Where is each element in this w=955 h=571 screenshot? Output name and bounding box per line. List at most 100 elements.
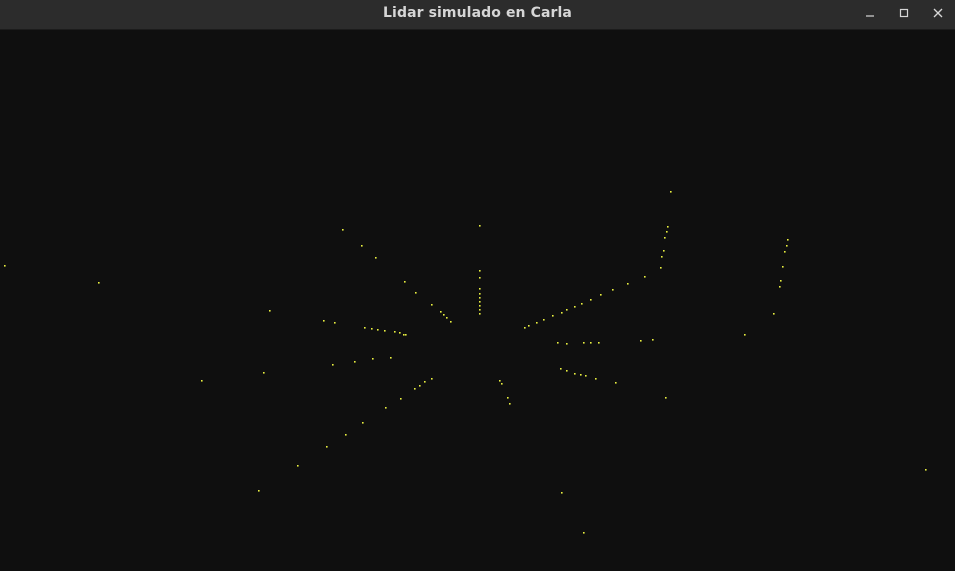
- lidar-point: [450, 321, 452, 323]
- lidar-point: [663, 250, 665, 252]
- lidar-point: [600, 294, 602, 296]
- lidar-point: [361, 245, 363, 247]
- lidar-point: [201, 380, 203, 382]
- lidar-point: [536, 322, 538, 324]
- lidar-point: [342, 229, 344, 231]
- lidar-point: [561, 312, 563, 314]
- lidar-point: [98, 282, 100, 284]
- lidar-point: [446, 317, 448, 319]
- maximize-button[interactable]: [887, 0, 921, 26]
- lidar-point: [543, 319, 545, 321]
- window-controls: [853, 0, 955, 28]
- lidar-point: [419, 385, 421, 387]
- lidar-point: [667, 226, 669, 228]
- lidar-point: [787, 239, 789, 241]
- lidar-point: [371, 328, 373, 330]
- lidar-point: [258, 490, 260, 492]
- lidar-point: [557, 342, 559, 344]
- lidar-point: [581, 303, 583, 305]
- lidar-point: [652, 339, 654, 341]
- lidar-point: [552, 315, 554, 317]
- lidar-point: [782, 266, 784, 268]
- lidar-point: [372, 358, 374, 360]
- lidar-point: [354, 361, 356, 363]
- lidar-point: [786, 245, 788, 247]
- lidar-point: [784, 251, 786, 253]
- lidar-point: [414, 388, 416, 390]
- close-icon: [933, 8, 943, 18]
- lidar-point: [666, 231, 668, 233]
- lidar-point: [399, 332, 401, 334]
- lidar-point: [644, 276, 646, 278]
- lidar-point: [479, 293, 481, 295]
- lidar-point: [585, 375, 587, 377]
- lidar-canvas[interactable]: [0, 30, 955, 571]
- lidar-point: [394, 331, 396, 333]
- lidar-point: [479, 225, 481, 227]
- close-button[interactable]: [921, 0, 955, 26]
- title-bar[interactable]: Lidar simulado en Carla: [0, 0, 955, 30]
- lidar-point: [580, 374, 582, 376]
- lidar-point: [443, 314, 445, 316]
- lidar-point: [507, 397, 509, 399]
- lidar-point: [615, 382, 617, 384]
- lidar-point: [384, 330, 386, 332]
- lidar-point: [375, 257, 377, 259]
- lidar-point: [773, 313, 775, 315]
- lidar-point: [660, 267, 662, 269]
- lidar-point: [390, 357, 392, 359]
- lidar-point: [405, 334, 407, 336]
- lidar-point: [4, 265, 6, 267]
- lidar-point: [377, 329, 379, 331]
- lidar-point: [424, 381, 426, 383]
- lidar-point: [664, 237, 666, 239]
- lidar-point: [332, 364, 334, 366]
- lidar-point: [595, 378, 597, 380]
- lidar-point: [561, 492, 563, 494]
- point-cloud: [4, 191, 927, 534]
- lidar-point: [345, 434, 347, 436]
- lidar-point: [403, 334, 405, 336]
- lidar-point: [780, 280, 782, 282]
- lidar-point: [415, 292, 417, 294]
- lidar-point: [431, 304, 433, 306]
- lidar-point: [661, 256, 663, 258]
- lidar-point: [326, 446, 328, 448]
- minimize-button[interactable]: [853, 0, 887, 26]
- lidar-point: [627, 283, 629, 285]
- lidar-point: [583, 532, 585, 534]
- lidar-point: [362, 422, 364, 424]
- lidar-point: [364, 327, 366, 329]
- lidar-point: [560, 368, 562, 370]
- lidar-point: [479, 288, 481, 290]
- lidar-point: [431, 378, 433, 380]
- lidar-point: [744, 334, 746, 336]
- lidar-point: [297, 465, 299, 467]
- lidar-point: [612, 289, 614, 291]
- minimize-icon: [866, 15, 874, 17]
- app-window: Lidar simulado en Carla: [0, 0, 955, 571]
- lidar-point: [479, 305, 481, 307]
- lidar-point: [400, 398, 402, 400]
- lidar-point: [574, 373, 576, 375]
- lidar-point: [590, 342, 592, 344]
- lidar-point: [479, 297, 481, 299]
- lidar-point: [925, 469, 927, 471]
- lidar-point: [566, 309, 568, 311]
- lidar-point: [269, 310, 271, 312]
- lidar-point: [640, 340, 642, 342]
- lidar-point: [501, 383, 503, 385]
- lidar-point: [385, 407, 387, 409]
- lidar-point: [479, 270, 481, 272]
- lidar-point: [440, 311, 442, 313]
- lidar-point: [334, 322, 336, 324]
- lidar-point: [479, 313, 481, 315]
- lidar-point: [404, 281, 406, 283]
- lidar-point: [479, 309, 481, 311]
- maximize-icon: [899, 8, 909, 18]
- lidar-point: [566, 343, 568, 345]
- lidar-point: [323, 320, 325, 322]
- lidar-point: [528, 325, 530, 327]
- lidar-point: [479, 277, 481, 279]
- lidar-point: [779, 286, 781, 288]
